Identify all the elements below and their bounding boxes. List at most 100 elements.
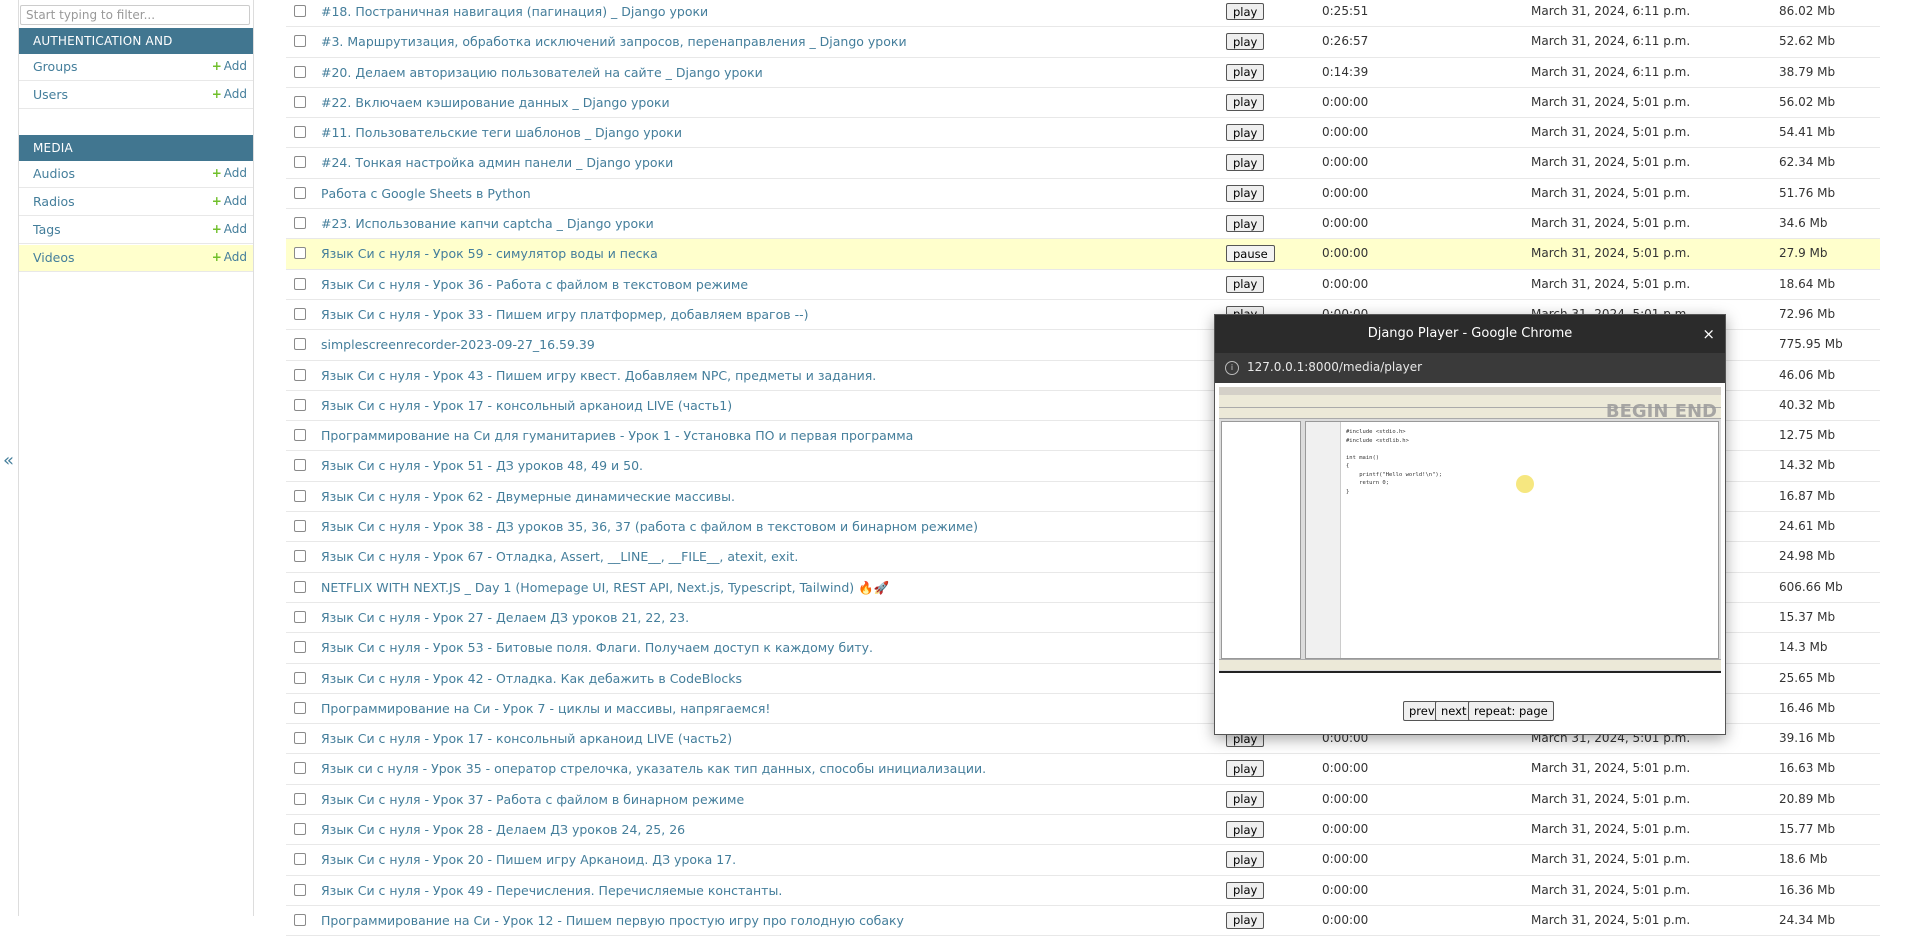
play-button[interactable]: play xyxy=(1226,215,1265,233)
row-title-link[interactable]: Язык Си с нуля - Урок 67 - Отладка, Asse… xyxy=(321,549,798,564)
add-tags-link[interactable]: + Add xyxy=(212,222,247,236)
model-link-tags[interactable]: Tags xyxy=(33,222,61,237)
row-title-link[interactable]: Язык Си с нуля - Урок 62 - Двумерные дин… xyxy=(321,489,735,504)
play-button[interactable]: play xyxy=(1226,93,1265,111)
row-checkbox[interactable] xyxy=(294,217,306,230)
row-title-link[interactable]: Язык Си с нуля - Урок 43 - Пишем игру кв… xyxy=(321,368,876,383)
video-player[interactable]: #include <stdio.h> #include <stdlib.h> i… xyxy=(1219,387,1721,673)
row-title-link[interactable]: Язык си с нуля - Урок 35 - оператор стре… xyxy=(321,761,986,776)
row-title-link[interactable]: NETFLIX WITH NEXT.JS _ Day 1 (Homepage U… xyxy=(321,580,889,596)
row-checkbox[interactable] xyxy=(294,307,306,320)
play-button[interactable]: play xyxy=(1226,33,1265,51)
row-checkbox[interactable] xyxy=(294,186,306,199)
row-size: 62.34 Mb xyxy=(1779,155,1836,170)
popup-titlebar[interactable]: Django Player - Google Chrome × xyxy=(1215,315,1725,353)
row-checkbox[interactable] xyxy=(294,520,306,533)
play-button[interactable]: play xyxy=(1226,821,1265,839)
row-checkbox[interactable] xyxy=(294,368,306,381)
row-checkbox[interactable] xyxy=(294,489,306,502)
add-groups-link[interactable]: + Add xyxy=(212,59,247,73)
row-checkbox[interactable] xyxy=(294,398,306,411)
row-title-link[interactable]: Язык Си с нуля - Урок 28 - Делаем ДЗ уро… xyxy=(321,822,685,837)
row-checkbox[interactable] xyxy=(294,459,306,472)
row-checkbox[interactable] xyxy=(294,126,306,139)
row-title-link[interactable]: Язык Си с нуля - Урок 59 - симулятор вод… xyxy=(321,246,658,261)
row-title-link[interactable]: Язык Си с нуля - Урок 20 - Пишем игру Ар… xyxy=(321,852,736,867)
row-checkbox[interactable] xyxy=(294,762,306,775)
model-link-videos[interactable]: Videos xyxy=(33,250,75,265)
row-title-link[interactable]: #24. Тонкая настройка админ панели _ Dja… xyxy=(321,155,673,170)
row-checkbox[interactable] xyxy=(294,35,306,48)
play-button[interactable]: play xyxy=(1226,124,1265,142)
row-title-link[interactable]: #18. Постраничная навигация (пагинация) … xyxy=(321,4,708,19)
play-button[interactable]: play xyxy=(1226,154,1265,172)
row-title-link[interactable]: Язык Си с нуля - Урок 38 - ДЗ уроков 35,… xyxy=(321,519,978,534)
play-button[interactable]: play xyxy=(1226,3,1265,20)
row-title-link[interactable]: #22. Включаем кэширование данных _ Djang… xyxy=(321,95,670,110)
model-link-audios[interactable]: Audios xyxy=(33,166,75,181)
repeat-button[interactable]: repeat: page xyxy=(1468,701,1554,721)
play-button[interactable]: play xyxy=(1226,790,1265,808)
row-checkbox[interactable] xyxy=(294,277,306,290)
row-title-link[interactable]: Язык Си с нуля - Урок 17 - консольный ар… xyxy=(321,398,732,413)
play-button[interactable]: play xyxy=(1226,760,1265,778)
collapse-sidebar-icon[interactable]: « xyxy=(3,450,14,471)
row-checkbox[interactable] xyxy=(294,156,306,169)
play-button[interactable]: play xyxy=(1226,851,1265,869)
row-title-link[interactable]: Язык Си с нуля - Урок 51 - ДЗ уроков 48,… xyxy=(321,458,643,473)
row-title-link[interactable]: Программирование на Си - Урок 12 - Пишем… xyxy=(321,913,904,928)
row-title-link[interactable]: Программирование на Си для гуманитариев … xyxy=(321,428,913,443)
pause-button[interactable]: pause xyxy=(1226,245,1275,263)
row-title-link[interactable]: simplescreenrecorder-2023-09-27_16.59.39 xyxy=(321,337,595,352)
row-checkbox[interactable] xyxy=(294,5,306,17)
row-title-link[interactable]: #20. Делаем авторизацию пользователей на… xyxy=(321,65,763,80)
row-title-link[interactable]: #11. Пользовательские теги шаблонов _ Dj… xyxy=(321,125,682,140)
row-title-link[interactable]: Язык Си с нуля - Урок 49 - Перечисления.… xyxy=(321,883,782,898)
row-title-link[interactable]: #23. Использование капчи captcha _ Djang… xyxy=(321,216,654,231)
play-button[interactable]: play xyxy=(1226,881,1265,899)
nav-filter-input[interactable] xyxy=(20,5,250,25)
row-title-link[interactable]: Язык Си с нуля - Урок 33 - Пишем игру пл… xyxy=(321,307,809,322)
row-checkbox[interactable] xyxy=(294,610,306,623)
row-title-link[interactable]: #3. Маршрутизация, обработка исключений … xyxy=(321,34,907,49)
row-checkbox[interactable] xyxy=(294,550,306,563)
play-button[interactable]: play xyxy=(1226,275,1265,293)
row-checkbox[interactable] xyxy=(294,95,306,108)
row-title-link[interactable]: Язык Си с нуля - Урок 37 - Работа с файл… xyxy=(321,792,744,807)
row-checkbox[interactable] xyxy=(294,65,306,78)
row-checkbox[interactable] xyxy=(294,247,306,260)
row-checkbox[interactable] xyxy=(294,580,306,593)
row-checkbox[interactable] xyxy=(294,338,306,351)
row-title-link[interactable]: Программирование на Си - Урок 7 - циклы … xyxy=(321,701,770,716)
model-link-groups[interactable]: Groups xyxy=(33,59,78,74)
row-title-link[interactable]: Язык Си с нуля - Урок 42 - Отладка. Как … xyxy=(321,671,742,686)
add-audios-link[interactable]: + Add xyxy=(212,166,247,180)
model-link-users[interactable]: Users xyxy=(33,87,68,102)
row-title-link[interactable]: Язык Си с нуля - Урок 27 - Делаем ДЗ уро… xyxy=(321,610,689,625)
row-checkbox[interactable] xyxy=(294,792,306,805)
row-title-link[interactable]: Язык Си с нуля - Урок 36 - Работа с файл… xyxy=(321,277,748,292)
info-icon[interactable]: i xyxy=(1225,361,1239,375)
row-checkbox[interactable] xyxy=(294,732,306,745)
row-checkbox[interactable] xyxy=(294,671,306,684)
row-title-link[interactable]: Работа с Google Sheets в Python xyxy=(321,186,531,201)
row-checkbox[interactable] xyxy=(294,823,306,836)
play-button[interactable]: play xyxy=(1226,911,1265,929)
model-link-radios[interactable]: Radios xyxy=(33,194,75,209)
row-checkbox[interactable] xyxy=(294,641,306,654)
row-title-link[interactable]: Язык Си с нуля - Урок 17 - консольный ар… xyxy=(321,731,732,746)
add-videos-link[interactable]: + Add xyxy=(212,250,247,264)
next-button[interactable]: next xyxy=(1435,701,1473,721)
close-icon[interactable]: × xyxy=(1702,315,1715,353)
row-checkbox[interactable] xyxy=(294,853,306,866)
row-checkbox[interactable] xyxy=(294,701,306,714)
row-checkbox[interactable] xyxy=(294,429,306,442)
app-caption-media[interactable]: MEDIA xyxy=(19,135,253,161)
play-button[interactable]: play xyxy=(1226,184,1265,202)
play-button[interactable]: play xyxy=(1226,63,1265,81)
row-checkbox[interactable] xyxy=(294,883,306,896)
row-title-link[interactable]: Язык Си с нуля - Урок 53 - Битовые поля.… xyxy=(321,640,873,655)
app-caption-auth[interactable]: AUTHENTICATION AND AUTHORIZATION xyxy=(19,28,253,74)
add-radios-link[interactable]: + Add xyxy=(212,194,247,208)
add-users-link[interactable]: + Add xyxy=(212,87,247,101)
